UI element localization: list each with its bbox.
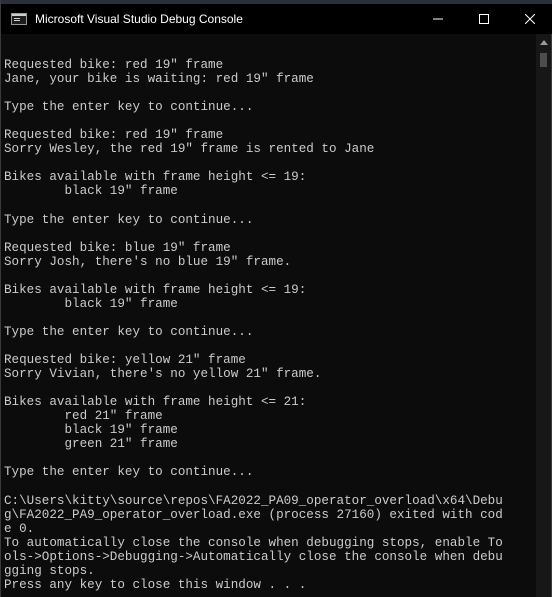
console-line: e 0. (4, 521, 35, 536)
console-line: To automatically close the console when … (4, 535, 503, 550)
console-line: black 19" frame (4, 423, 178, 438)
window-title: Microsoft Visual Studio Debug Console (35, 12, 243, 26)
console-line: g\FA2022_PA9_operator_overload.exe (proc… (4, 507, 503, 522)
console-line: Sorry Wesley, the red 19" frame is rente… (4, 142, 375, 157)
console-line: Sorry Josh, there's no blue 19" frame. (4, 254, 292, 269)
console-line: Jane, your bike is waiting: red 19" fram… (4, 72, 314, 87)
console-line: Bikes available with frame height <= 19: (4, 170, 307, 185)
scroll-up-button[interactable] (536, 34, 551, 51)
console-line: Type the enter key to continue... (4, 100, 254, 115)
console-line: Sorry Vivian, there's no yellow 21" fram… (4, 367, 322, 382)
maximize-icon (479, 14, 489, 24)
close-icon (525, 14, 535, 24)
console-line: Requested bike: red 19" frame (4, 58, 224, 73)
console-line: Requested bike: blue 19" frame (4, 240, 231, 255)
scroll-up-arrow-icon (539, 40, 548, 45)
console-line: Requested bike: red 19" frame (4, 128, 224, 143)
console-line: green 21" frame (4, 437, 178, 452)
minimize-icon (433, 18, 443, 20)
console-output-area[interactable]: Requested bike: red 19" frame Jane, your… (1, 34, 537, 597)
console-line: Bikes available with frame height <= 21: (4, 395, 307, 410)
console-line: Bikes available with frame height <= 19: (4, 282, 307, 297)
title-bar[interactable]: Microsoft Visual Studio Debug Console (1, 4, 552, 34)
console-line: Type the enter key to continue... (4, 465, 254, 480)
console-line: red 21" frame (4, 409, 163, 424)
minimize-button[interactable] (415, 4, 461, 34)
console-output-text: Requested bike: red 19" frame Jane, your… (1, 34, 537, 592)
console-line: black 19" frame (4, 296, 178, 311)
console-line: ols->Options->Debugging->Automatically c… (4, 549, 503, 564)
console-line: black 19" frame (4, 184, 178, 199)
close-button[interactable] (507, 4, 552, 34)
console-line: Requested bike: yellow 21" frame (4, 353, 246, 368)
console-line: Type the enter key to continue... (4, 212, 254, 227)
console-line: Type the enter key to continue... (4, 324, 254, 339)
console-line: C:\Users\kitty\source\repos\FA2022_PA09_… (4, 493, 503, 508)
console-app-icon[interactable] (11, 13, 27, 25)
scroll-thumb[interactable] (540, 53, 547, 67)
maximize-button[interactable] (461, 4, 507, 34)
debug-console-window: Microsoft Visual Studio Debug Console Re… (0, 0, 552, 597)
console-line: Press any key to close this window . . . (4, 577, 307, 592)
vertical-scrollbar[interactable] (536, 34, 551, 597)
console-line: gging stops. (4, 563, 95, 578)
